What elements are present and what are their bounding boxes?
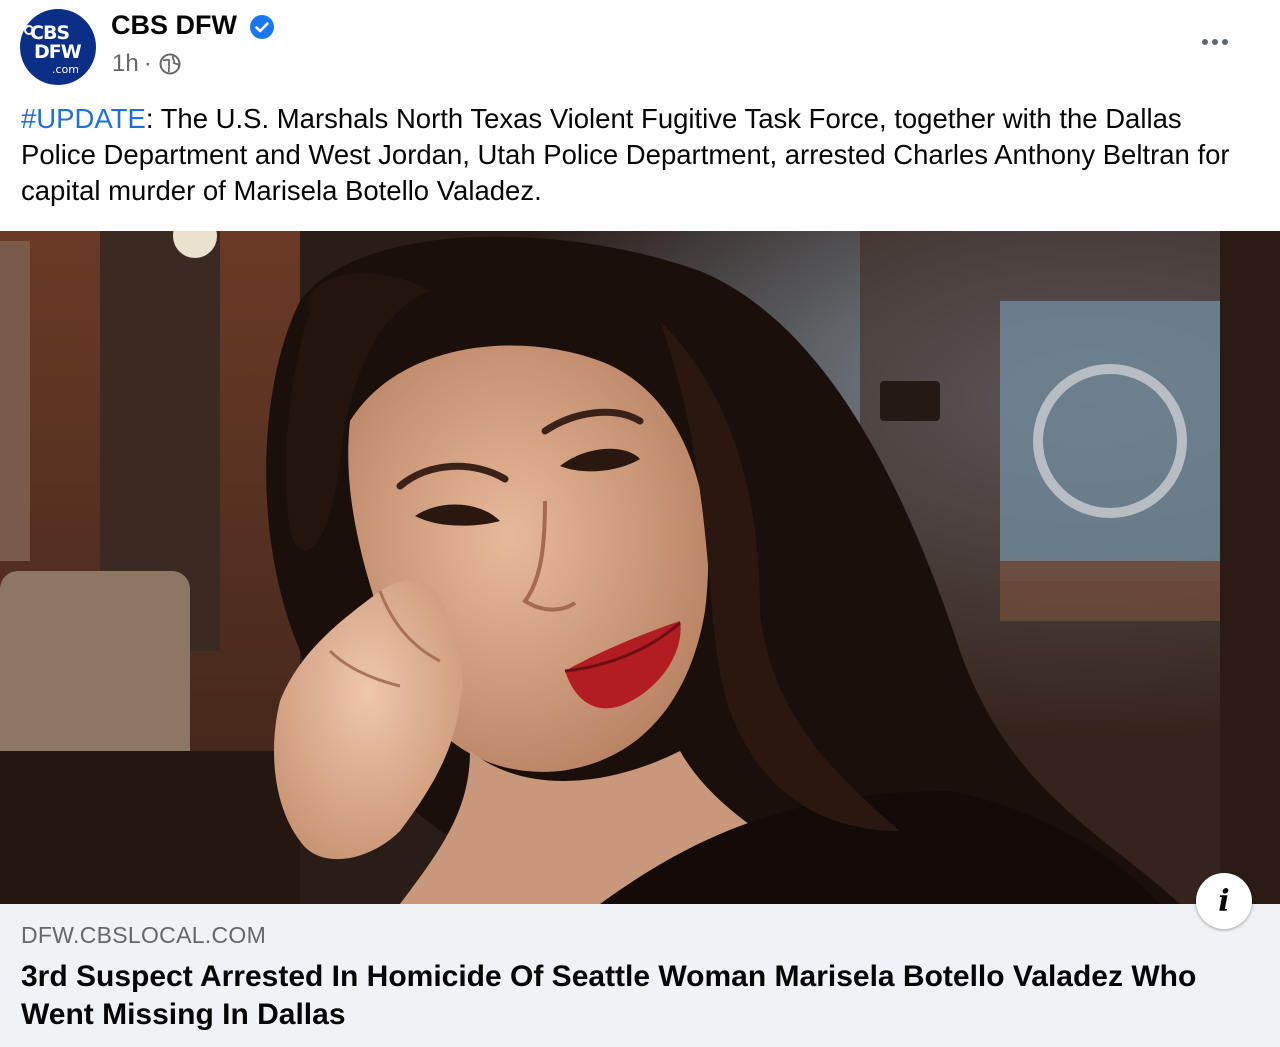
link-preview-card[interactable]: DFW.CBSLOCAL.COM 3rd Suspect Arrested In… (0, 904, 1280, 1047)
page-avatar[interactable]: CBS DFW .com (20, 9, 96, 85)
verified-badge-icon (250, 15, 274, 39)
post-message: #UPDATE: The U.S. Marshals North Texas V… (21, 101, 1261, 209)
post-message-text: : The U.S. Marshals North Texas Violent … (21, 103, 1230, 206)
portrait-photo (0, 231, 1280, 904)
more-options-button[interactable] (1190, 22, 1240, 62)
avatar-logo: CBS DFW .com (20, 9, 96, 85)
page-name-link[interactable]: CBS DFW (111, 10, 237, 41)
post-meta: 1h · (112, 50, 181, 78)
post-timestamp[interactable]: 1h (112, 50, 139, 78)
more-options-dot (1222, 39, 1228, 45)
globe-icon[interactable] (159, 53, 181, 75)
post-header: CBS DFW .com CBS DFW 1h · (0, 0, 1280, 95)
more-options-dot (1212, 39, 1218, 45)
facebook-post: CBS DFW .com CBS DFW 1h · #UPDATE: The U (0, 0, 1280, 1047)
link-preview-image[interactable] (0, 231, 1280, 904)
hashtag-link[interactable]: #UPDATE (21, 103, 146, 134)
more-options-icon (1202, 39, 1208, 45)
link-title[interactable]: 3rd Suspect Arrested In Homicide Of Seat… (21, 958, 1241, 1034)
link-domain: DFW.CBSLOCAL.COM (21, 922, 267, 948)
info-button[interactable]: i (1196, 873, 1252, 929)
info-icon: i (1218, 883, 1230, 919)
meta-separator: · (143, 50, 152, 77)
